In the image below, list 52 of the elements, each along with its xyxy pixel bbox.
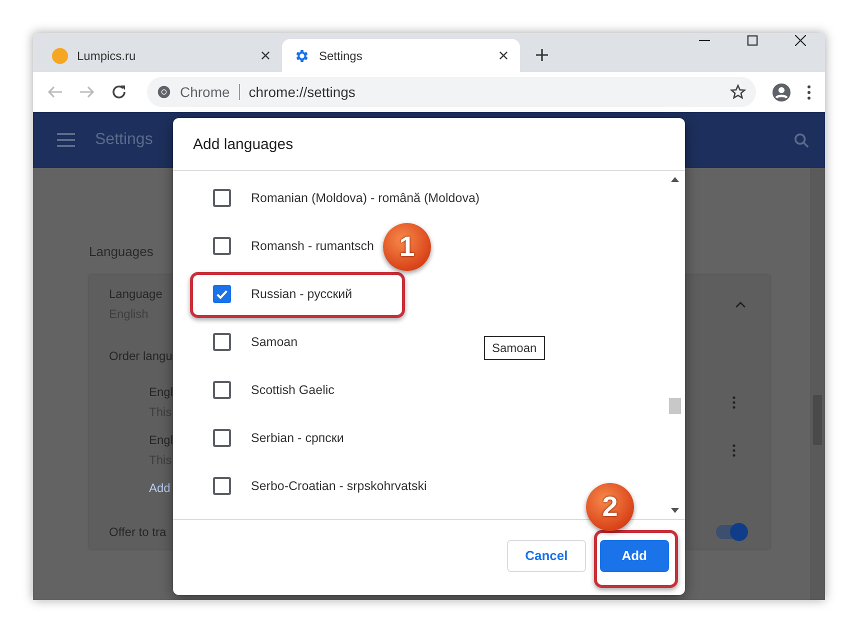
language-option[interactable]: Samoan <box>251 335 298 349</box>
dialog-title: Add languages <box>173 118 685 171</box>
add-button[interactable]: Add <box>600 540 669 572</box>
close-icon[interactable] <box>795 35 806 46</box>
scroll-up-icon[interactable] <box>671 177 679 182</box>
account-icon[interactable] <box>772 82 791 102</box>
language-name: Engl <box>149 385 174 399</box>
browser-tab[interactable]: Lumpics.ru <box>40 39 282 72</box>
checkbox[interactable] <box>213 429 231 447</box>
checkbox[interactable] <box>213 189 231 207</box>
site-label: Chrome <box>180 84 230 100</box>
toggle-switch[interactable] <box>716 525 746 539</box>
scrollbar[interactable] <box>810 168 825 600</box>
checkbox[interactable] <box>213 237 231 255</box>
menu-icon[interactable] <box>807 84 811 100</box>
checkbox[interactable] <box>213 285 231 303</box>
checkbox[interactable] <box>213 477 231 495</box>
address-bar[interactable]: Chrome chrome://settings <box>147 77 756 107</box>
url-text: chrome://settings <box>248 84 356 100</box>
close-icon[interactable] <box>499 51 508 60</box>
close-icon[interactable] <box>261 51 270 60</box>
more-options-icon[interactable] <box>732 396 736 408</box>
section-heading: Languages <box>89 244 154 259</box>
add-languages-link[interactable]: Add <box>109 481 170 495</box>
language-option[interactable]: Russian - русский <box>251 287 352 301</box>
checkbox[interactable] <box>213 333 231 351</box>
more-options-icon[interactable] <box>732 444 736 456</box>
chevron-up-icon[interactable] <box>735 300 746 308</box>
chrome-logo-icon <box>157 85 171 99</box>
new-tab-icon[interactable] <box>536 49 548 61</box>
language-option[interactable]: Serbo-Croatian - srpskohrvatski <box>251 479 427 493</box>
star-icon[interactable] <box>730 84 746 100</box>
site-favicon-icon <box>52 48 68 64</box>
offer-label: Offer to tra <box>109 525 166 539</box>
language-label: Language <box>109 287 162 301</box>
scroll-thumb[interactable] <box>669 398 681 414</box>
settings-title: Settings <box>95 131 153 149</box>
maximize-icon[interactable] <box>747 35 758 46</box>
cancel-button[interactable]: Cancel <box>507 540 586 572</box>
language-option[interactable]: Scottish Gaelic <box>251 383 334 397</box>
language-name: Engl <box>149 433 174 447</box>
tooltip: Samoan <box>484 336 545 360</box>
checkbox[interactable] <box>213 381 231 399</box>
scroll-down-icon[interactable] <box>671 508 679 513</box>
order-label: Order langu <box>109 349 174 363</box>
language-option[interactable]: Serbian - српски <box>251 431 344 445</box>
language-option[interactable]: Romansh - rumantsch <box>251 239 374 253</box>
settings-icon <box>294 48 310 64</box>
language-option[interactable]: Romanian (Moldova) - română (Moldova) <box>251 191 480 205</box>
search-icon[interactable] <box>794 132 809 148</box>
reload-icon[interactable] <box>111 84 127 100</box>
browser-tab[interactable]: Settings <box>282 39 520 72</box>
